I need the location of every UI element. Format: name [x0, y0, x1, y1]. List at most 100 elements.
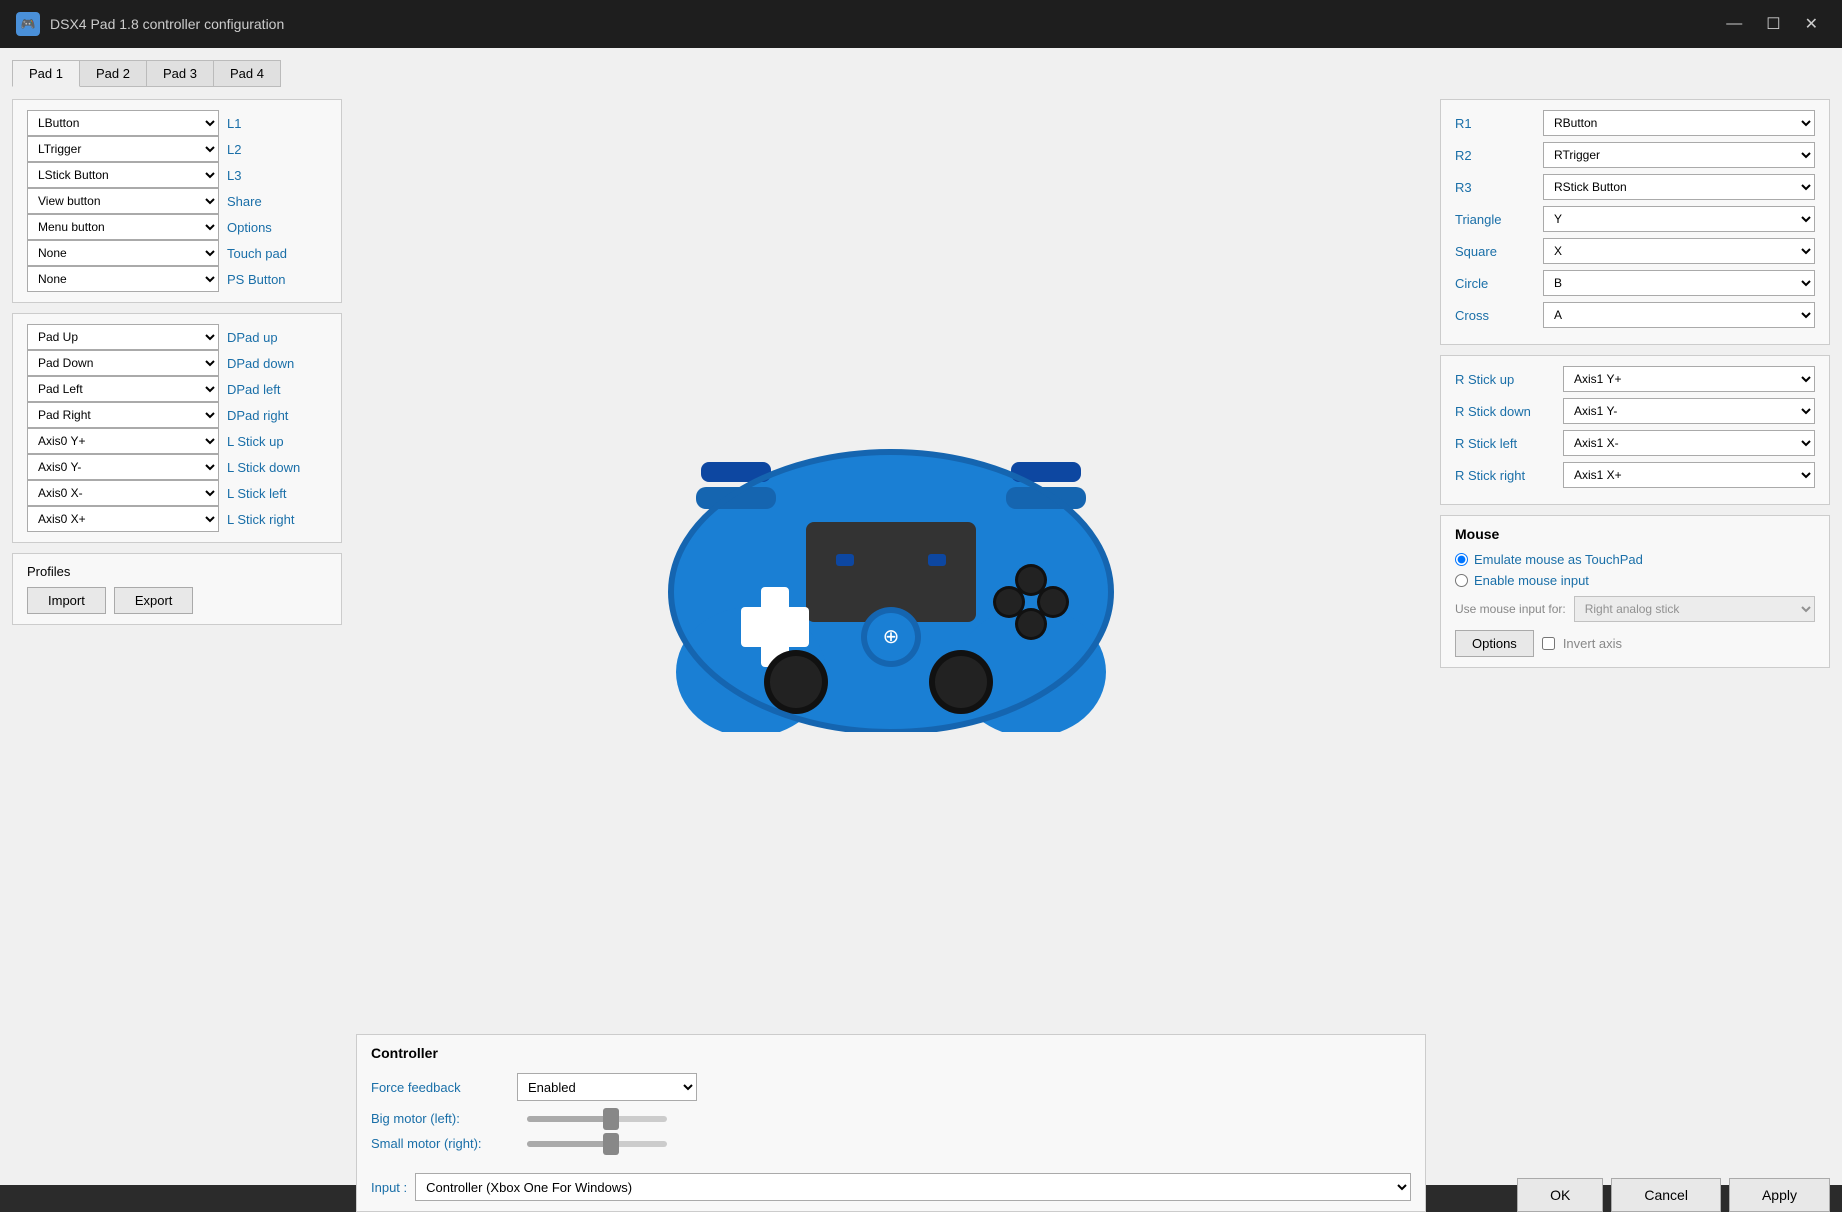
invert-axis-checkbox[interactable] [1542, 637, 1555, 650]
lstick-down-label: L Stick down [227, 460, 327, 475]
controller-image-area: ⊕ [356, 99, 1426, 1024]
mouse-option1-label: Emulate mouse as TouchPad [1474, 552, 1643, 567]
main-window: Pad 1 Pad 2 Pad 3 Pad 4 LButton L1 LTrig… [0, 48, 1842, 1185]
small-motor-slider[interactable] [527, 1141, 697, 1147]
controller-svg: ⊕ [641, 392, 1141, 732]
r3-select[interactable]: RStick Button [1543, 174, 1815, 200]
options-select[interactable]: Menu button [27, 214, 219, 240]
input-select[interactable]: Controller (Xbox One For Windows) [415, 1173, 1411, 1201]
lstick-right-row: Axis0 X+ L Stick right [27, 506, 327, 532]
lstick-up-select[interactable]: Axis0 Y+ [27, 428, 219, 454]
maximize-button[interactable]: ☐ [1758, 10, 1788, 38]
big-motor-slider[interactable] [527, 1116, 697, 1122]
r2-select[interactable]: RTrigger [1543, 142, 1815, 168]
force-feedback-label: Force feedback [371, 1080, 501, 1095]
lstick-left-label: L Stick left [227, 486, 327, 501]
square-row: Square X [1455, 238, 1815, 264]
lstick-down-select[interactable]: Axis0 Y- [27, 454, 219, 480]
r3-row: R3 RStick Button [1455, 174, 1815, 200]
mouse-radio-touchpad: Emulate mouse as TouchPad [1455, 552, 1815, 567]
small-motor-label: Small motor (right): [371, 1136, 511, 1151]
mouse-input-select: Right analog stick [1574, 596, 1815, 622]
l3-row: LStick Button L3 [27, 162, 327, 188]
tab-pad4[interactable]: Pad 4 [214, 60, 281, 87]
tab-pad1[interactable]: Pad 1 [12, 60, 80, 87]
cancel-button[interactable]: Cancel [1611, 1178, 1721, 1212]
l2-select[interactable]: LTrigger [27, 136, 219, 162]
mouse-options-row: Options Invert axis [1455, 630, 1815, 657]
mouse-options-button[interactable]: Options [1455, 630, 1534, 657]
titlebar-controls: — ☐ ✕ [1718, 10, 1826, 38]
l3-label: L3 [227, 168, 327, 183]
lstick-left-row: Axis0 X- L Stick left [27, 480, 327, 506]
mouse-radio-input: Enable mouse input [1455, 573, 1815, 588]
dpad-right-select[interactable]: Pad Right [27, 402, 219, 428]
rstick-left-label: R Stick left [1455, 436, 1555, 451]
dpad-left-select[interactable]: Pad Left [27, 376, 219, 402]
r1-select[interactable]: RButton [1543, 110, 1815, 136]
mouse-section: Mouse Emulate mouse as TouchPad Enable m… [1440, 515, 1830, 668]
profiles-title: Profiles [27, 564, 327, 579]
rstick-down-select[interactable]: Axis1 Y- [1563, 398, 1815, 424]
touchpad-select[interactable]: None [27, 240, 219, 266]
lstick-right-select[interactable]: Axis0 X+ [27, 506, 219, 532]
mouse-radio-touchpad-input[interactable] [1455, 553, 1468, 566]
l3-select[interactable]: LStick Button [27, 162, 219, 188]
close-button[interactable]: ✕ [1797, 10, 1826, 38]
titlebar-left: 🎮 DSX4 Pad 1.8 controller configuration [16, 12, 284, 36]
rstick-right-select[interactable]: Axis1 X+ [1563, 462, 1815, 488]
share-select[interactable]: View button [27, 188, 219, 214]
force-feedback-row: Force feedback Enabled Disabled [371, 1073, 697, 1101]
rstick-left-select[interactable]: Axis1 X- [1563, 430, 1815, 456]
tab-pad2[interactable]: Pad 2 [80, 60, 147, 87]
rstick-right-row: R Stick right Axis1 X+ [1455, 462, 1815, 488]
dpad-lstick-mappings: Pad Up DPad up Pad Down DPad down Pad Le… [12, 313, 342, 543]
profiles-buttons: Import Export [27, 587, 327, 614]
circle-label: Circle [1455, 276, 1535, 291]
rstick-up-label: R Stick up [1455, 372, 1555, 387]
left-button-mappings: LButton L1 LTrigger L2 LStick Button L3 [12, 99, 342, 303]
cross-row: Cross A [1455, 302, 1815, 328]
small-motor-row: Small motor (right): [371, 1136, 697, 1151]
app-icon: 🎮 [16, 12, 40, 36]
triangle-select[interactable]: Y [1543, 206, 1815, 232]
rstick-mappings: R Stick up Axis1 Y+ R Stick down Axis1 Y… [1440, 355, 1830, 505]
rstick-up-select[interactable]: Axis1 Y+ [1563, 366, 1815, 392]
dpad-up-label: DPad up [227, 330, 327, 345]
cross-label: Cross [1455, 308, 1535, 323]
l1-select[interactable]: LButton [27, 110, 219, 136]
window-title: DSX4 Pad 1.8 controller configuration [50, 16, 284, 32]
big-motor-row: Big motor (left): [371, 1111, 697, 1126]
circle-select[interactable]: B [1543, 270, 1815, 296]
share-label: Share [227, 194, 327, 209]
r2-label: R2 [1455, 148, 1535, 163]
tab-pad3[interactable]: Pad 3 [147, 60, 214, 87]
import-button[interactable]: Import [27, 587, 106, 614]
tab-bar: Pad 1 Pad 2 Pad 3 Pad 4 [12, 60, 1830, 87]
square-select[interactable]: X [1543, 238, 1815, 264]
action-buttons: OK Cancel Apply [1440, 1170, 1830, 1212]
ok-button[interactable]: OK [1517, 1178, 1603, 1212]
psbutton-select[interactable]: None [27, 266, 219, 292]
titlebar: 🎮 DSX4 Pad 1.8 controller configuration … [0, 0, 1842, 48]
dpad-down-select[interactable]: Pad Down [27, 350, 219, 376]
cross-select[interactable]: A [1543, 302, 1815, 328]
mouse-title: Mouse [1455, 526, 1815, 542]
profiles-section: Profiles Import Export [12, 553, 342, 625]
controller-title: Controller [371, 1045, 697, 1061]
l1-label: L1 [227, 116, 327, 131]
center-panel: ⊕ Controller Force feedback [356, 99, 1426, 1212]
mouse-radio-input-input[interactable] [1455, 574, 1468, 587]
lstick-left-select[interactable]: Axis0 X- [27, 480, 219, 506]
right-button-mappings: R1 RButton R2 RTrigger R3 RStick Button [1440, 99, 1830, 345]
mouse-input-for-row: Use mouse input for: Right analog stick [1455, 596, 1815, 622]
dpad-up-select[interactable]: Pad Up [27, 324, 219, 350]
minimize-button[interactable]: — [1718, 10, 1750, 38]
invert-axis-label: Invert axis [1563, 636, 1622, 651]
force-feedback-select[interactable]: Enabled Disabled [517, 1073, 697, 1101]
apply-button[interactable]: Apply [1729, 1178, 1830, 1212]
lstick-right-label: L Stick right [227, 512, 327, 527]
mouse-option2-label: Enable mouse input [1474, 573, 1589, 588]
export-button[interactable]: Export [114, 587, 194, 614]
l2-label: L2 [227, 142, 327, 157]
